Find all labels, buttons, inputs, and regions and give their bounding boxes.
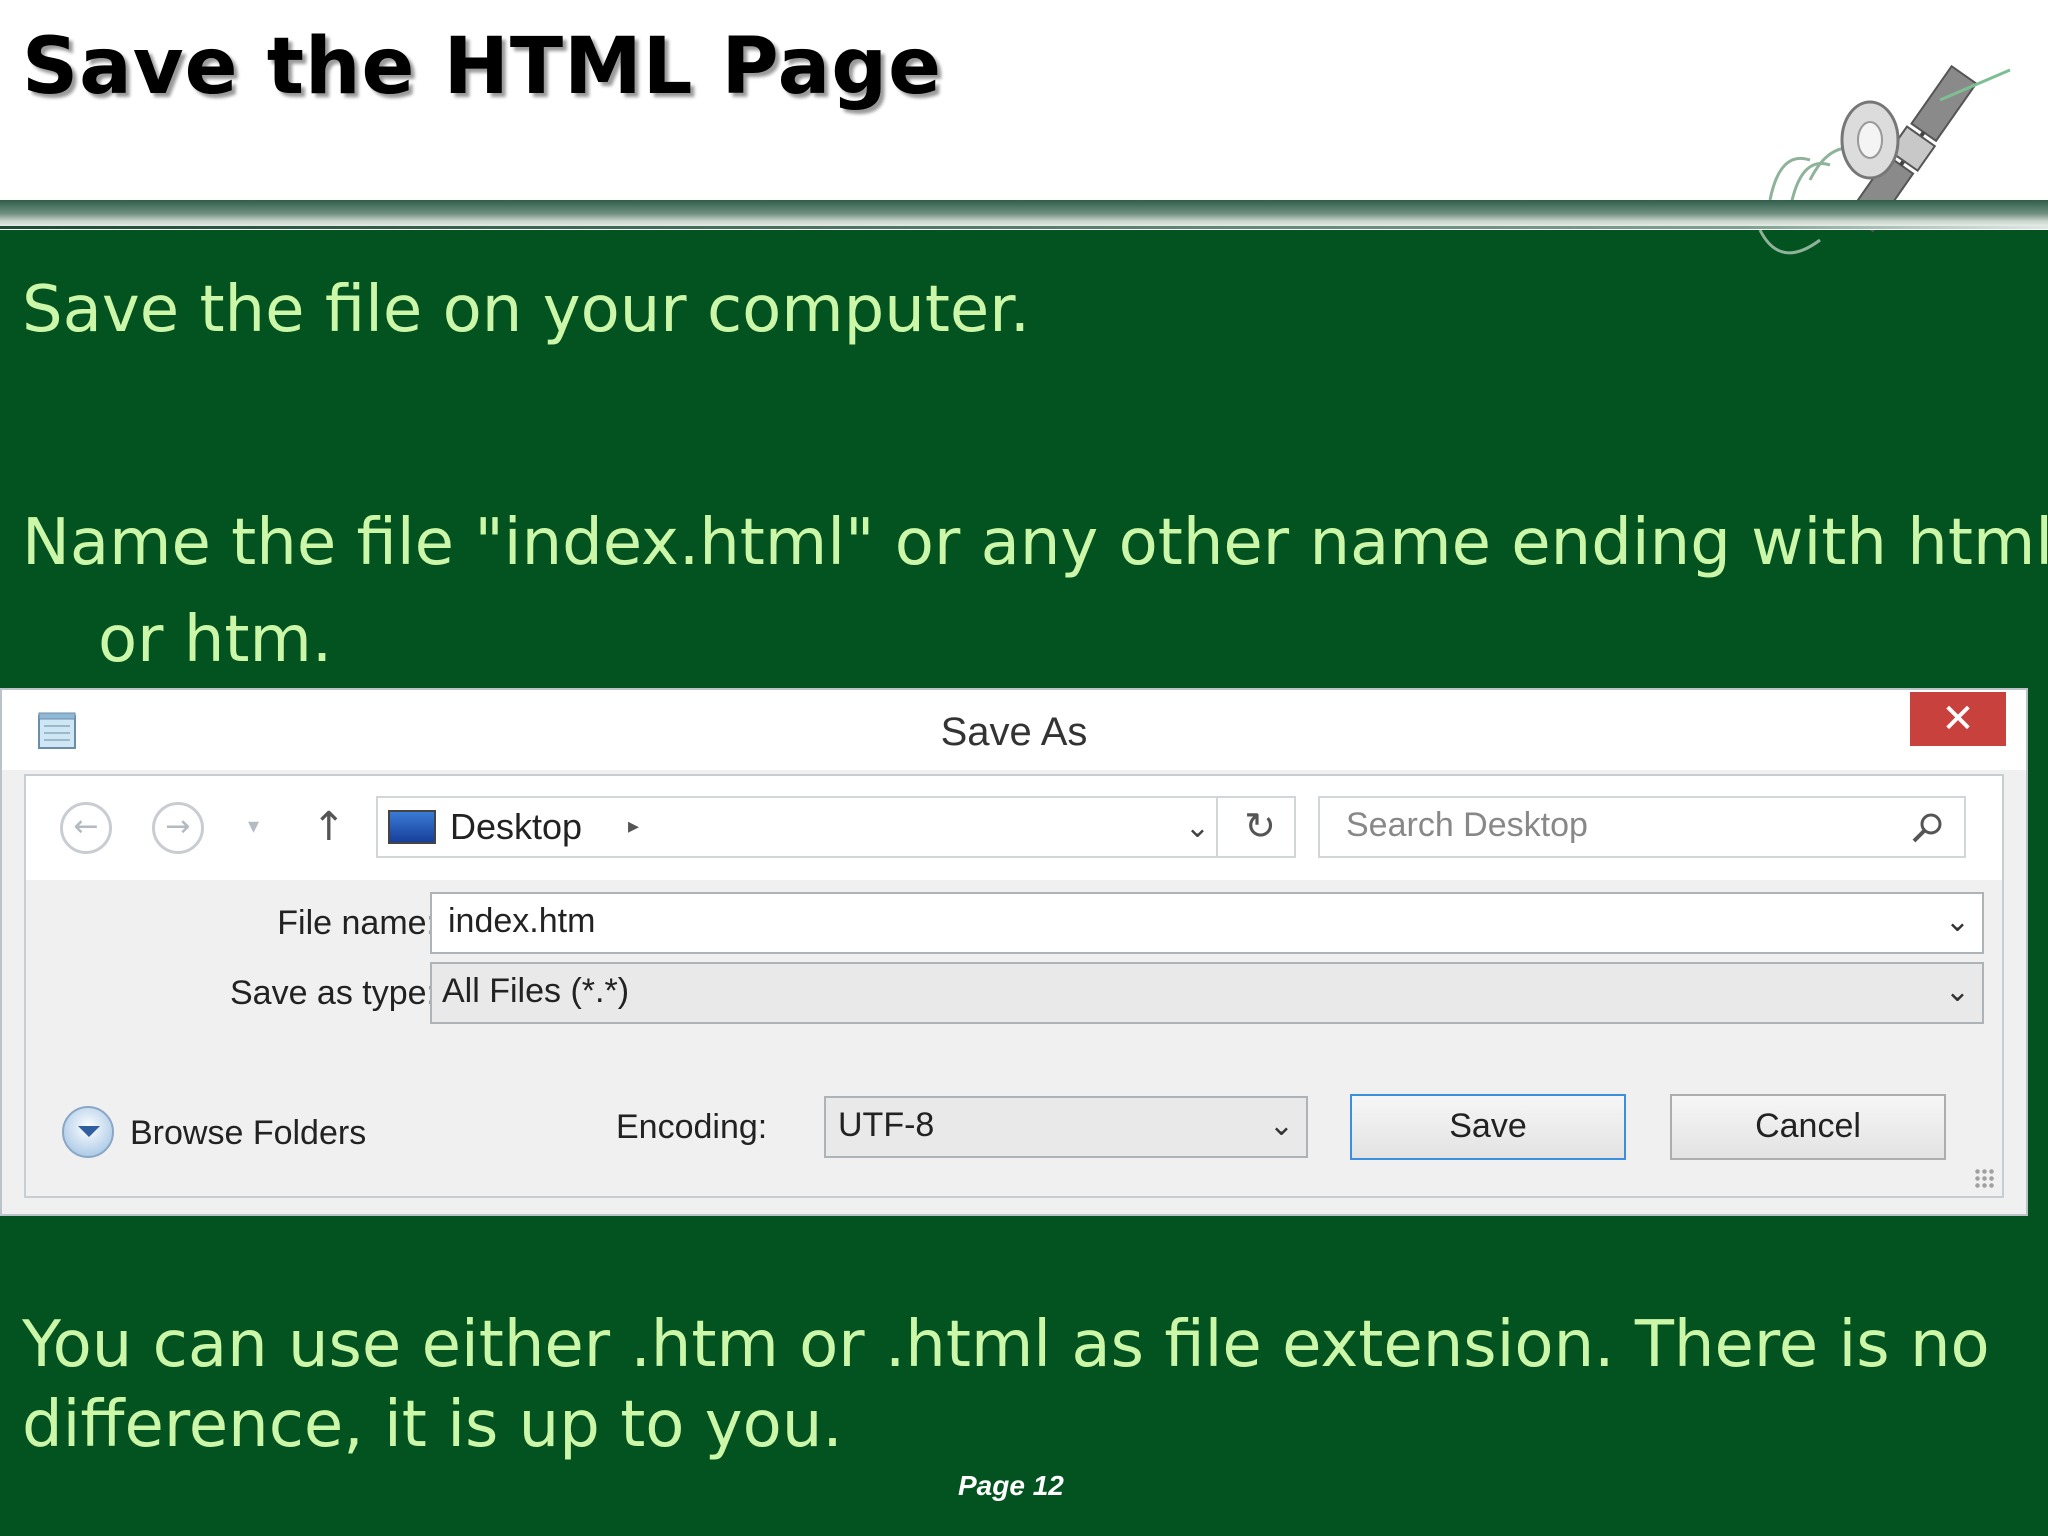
save-button[interactable]: Save xyxy=(1350,1094,1626,1160)
save-as-dialog: Save As ✕ ← → ▾ ↑ Desktop ▸ ⌄ ↻ Search D… xyxy=(0,688,2028,1216)
instruction-name-line1: Name the file "index.html" or any other … xyxy=(22,506,2048,580)
encoding-label: Encoding: xyxy=(616,1108,768,1146)
address-separator xyxy=(1216,798,1218,856)
slide-title: Save the HTML Page xyxy=(22,22,942,112)
filename-label: File name: xyxy=(277,904,436,942)
note-extension-line1: You can use either .htm or .html as file… xyxy=(22,1308,1990,1382)
filetype-chevron-down-icon[interactable]: ⌄ xyxy=(1945,974,1970,1009)
refresh-button[interactable]: ↻ xyxy=(1244,804,1276,848)
cancel-button[interactable]: Cancel xyxy=(1670,1094,1946,1160)
breadcrumb-arrow-icon[interactable]: ▸ xyxy=(628,814,639,839)
filename-chevron-down-icon[interactable]: ⌄ xyxy=(1945,904,1970,939)
filetype-value: All Files (*.*) xyxy=(442,972,630,1010)
instruction-save: Save the file on your computer. xyxy=(22,273,1031,347)
browse-folders-button[interactable]: Browse Folders xyxy=(130,1114,366,1153)
browse-folders-icon[interactable] xyxy=(62,1106,114,1158)
page-number: Page 12 xyxy=(958,1470,1064,1501)
search-placeholder: Search Desktop xyxy=(1346,806,1588,844)
note-extension-line2: difference, it is up to you. xyxy=(22,1388,843,1462)
resize-grip[interactable] xyxy=(1974,1168,1996,1190)
instruction-name-line2: or htm. xyxy=(98,603,333,677)
desktop-icon xyxy=(388,810,436,844)
address-bar[interactable]: Desktop ▸ ⌄ ↻ xyxy=(376,796,1296,858)
address-dropdown-chevron-icon[interactable]: ⌄ xyxy=(1185,810,1210,845)
encoding-chevron-down-icon[interactable]: ⌄ xyxy=(1269,1108,1294,1143)
navigation-bar: ← → ▾ ↑ Desktop ▸ ⌄ ↻ Search Desktop xyxy=(26,776,2002,880)
filename-value[interactable]: index.htm xyxy=(448,902,595,941)
header-divider xyxy=(0,226,2048,229)
dialog-titlebar[interactable]: Save As ✕ xyxy=(2,690,2026,770)
search-input[interactable]: Search Desktop xyxy=(1318,796,1966,858)
dialog-title: Save As xyxy=(940,710,1088,754)
back-button[interactable]: ← xyxy=(60,802,112,854)
filetype-label: Save as type: xyxy=(229,974,436,1012)
address-location[interactable]: Desktop xyxy=(450,804,582,850)
encoding-select[interactable]: UTF-8 ⌄ xyxy=(824,1096,1308,1158)
encoding-value: UTF-8 xyxy=(838,1106,935,1144)
up-button[interactable]: ↑ xyxy=(312,800,346,854)
filetype-select[interactable]: All Files (*.*) ⌄ xyxy=(430,962,1984,1024)
dialog-panel: ← → ▾ ↑ Desktop ▸ ⌄ ↻ Search Desktop Fil… xyxy=(24,774,2004,1198)
recent-locations-chevron-icon[interactable]: ▾ xyxy=(248,802,259,852)
forward-button[interactable]: → xyxy=(152,802,204,854)
satellite-icon xyxy=(1758,64,2011,255)
slide-header: Save the HTML Page xyxy=(0,0,2048,255)
close-button[interactable]: ✕ xyxy=(1910,692,2006,746)
filename-field[interactable]: index.htm ⌄ xyxy=(430,892,1984,954)
search-icon[interactable] xyxy=(1910,810,1946,846)
